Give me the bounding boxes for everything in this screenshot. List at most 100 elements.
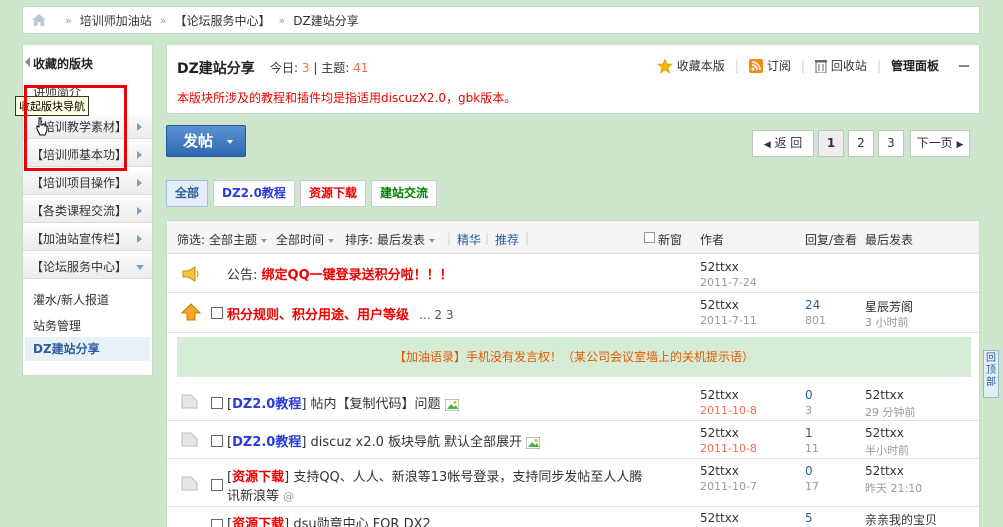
thread-title[interactable]: 帖内【复制代码】问题 [311, 397, 441, 412]
thread-checkbox[interactable] [211, 435, 223, 447]
thread-row[interactable]: [DZ2.0教程] discuz x2.0 板块导航 默认全部展开 52ttxx… [167, 421, 979, 459]
sort-dropdown[interactable]: 最后发表 [377, 231, 435, 248]
breadcrumb-item-forum[interactable]: DZ建站分享 [293, 12, 358, 29]
announcement-title[interactable]: 绑定QQ一键登录送积分啦！！！ [262, 268, 453, 283]
filter-divider: | [485, 231, 490, 245]
thread-checkbox[interactable] [211, 479, 223, 491]
last-post-time[interactable]: 3 小时前 [865, 314, 909, 330]
recycle-bin-label: 回收站 [830, 59, 867, 73]
thread-title-line2[interactable]: 讯新浪等 [227, 489, 279, 504]
last-poster[interactable]: 星辰芳阁 [865, 298, 913, 315]
page-1[interactable]: 1 [818, 130, 844, 157]
thread-row[interactable]: [资源下载] dsu勋章中心 FOR DX2 52ttxx 5 亲亲我的宝贝 [167, 507, 979, 527]
back-button[interactable]: ◀ 返 回 [752, 130, 814, 157]
last-post-time[interactable]: 半小时前 [865, 442, 909, 458]
tab-resource-download[interactable]: 资源下载 [299, 180, 366, 207]
thread-subject[interactable]: [DZ2.0教程] discuz x2.0 板块导航 默认全部展开 [227, 431, 541, 450]
last-post-time[interactable]: 昨天 21:10 [865, 480, 922, 496]
tab-all[interactable]: 全部 [166, 180, 209, 207]
sidebar-group-courses[interactable]: 【各类课程交流】 [23, 199, 152, 223]
thread-type-tag[interactable]: DZ2.0教程 [232, 397, 301, 412]
page-3[interactable]: 3 [878, 130, 904, 157]
chevron-right-icon: ▶ [956, 140, 964, 150]
thread-title[interactable]: discuz x2.0 板块导航 默认全部展开 [311, 435, 523, 450]
reply-count[interactable]: 0 [805, 388, 813, 402]
thread-type-tag[interactable]: 资源下载 [232, 470, 284, 485]
admin-panel-link[interactable]: 管理面板 [891, 57, 939, 74]
forum-notice: 本版块所涉及的教程和插件均是指适用discuzX2.0，gbk版本。 [177, 91, 517, 105]
chevron-right-icon [137, 179, 142, 187]
favorites-heading[interactable]: 收藏的版块 [23, 53, 152, 75]
tools-divider: | [800, 58, 805, 73]
breadcrumb-item-site[interactable]: 培训师加油站 [80, 12, 152, 29]
thread-subject[interactable]: [资源下载] dsu勋章中心 FOR DX2 [227, 513, 431, 527]
thread-title-continued[interactable]: 讯新浪等 @ [227, 485, 294, 504]
filter-recommend-link[interactable]: 推荐 [495, 231, 519, 248]
post-date: 2011-7-24 [700, 276, 757, 289]
today-count: 3 [301, 61, 310, 75]
filter-topics-dropdown[interactable]: 全部主题 [209, 231, 267, 248]
pin-up-icon [181, 303, 201, 321]
announcement-subject[interactable]: 公告: 绑定QQ一键登录送积分啦！！！ [227, 264, 453, 283]
sticky-page-links[interactable]: ... 2 3 [419, 308, 453, 322]
favorite-forum-button[interactable]: 收藏本版 [656, 57, 725, 74]
reply-count[interactable]: 0 [805, 464, 813, 478]
page-2[interactable]: 2 [848, 130, 874, 157]
sticky-subject[interactable]: 积分规则、积分用途、用户等级 ... 2 3 [227, 304, 454, 323]
author-name[interactable]: 52ttxx [700, 464, 739, 478]
filter-digest-link[interactable]: 精华 [457, 231, 481, 248]
new-window-checkbox[interactable] [644, 232, 655, 243]
recycle-bin-button[interactable]: 回收站 [814, 57, 867, 74]
sidebar-forum-admin[interactable]: 站务管理 [33, 317, 81, 334]
sidebar-group-projects[interactable]: 【培训项目操作】 [23, 171, 152, 195]
thread-title[interactable]: dsu勋章中心 FOR DX2 [293, 517, 430, 527]
thread-folder-icon [181, 432, 198, 447]
thread-type-tag[interactable]: DZ2.0教程 [232, 435, 301, 450]
last-post-time[interactable]: 29 分钟前 [865, 404, 916, 420]
forum-stats: 今日: 3 | 主题: 41 [270, 59, 368, 76]
thread-subject[interactable]: [资源下载] 支持QQ、人人、新浪等13帐号登录，支持同步发帖至人人腾 [227, 466, 642, 485]
thread-subject[interactable]: [DZ2.0教程] 帖内【复制代码】问题 [227, 393, 460, 412]
reply-count[interactable]: 24 [805, 298, 820, 312]
sidebar-forum-dz-share[interactable]: DZ建站分享 [25, 337, 150, 361]
back-to-top-button[interactable]: 回顶部 [983, 350, 999, 398]
tools-divider: | [876, 58, 881, 73]
thread-row[interactable]: [DZ2.0教程] 帖内【复制代码】问题 52ttxx 2011-10-8 0 … [167, 383, 979, 421]
new-post-button[interactable]: 发帖 [166, 125, 246, 157]
image-attachment-icon [444, 398, 460, 411]
thread-checkbox[interactable] [211, 519, 223, 527]
last-poster[interactable]: 亲亲我的宝贝 [865, 511, 937, 527]
last-poster[interactable]: 52ttxx [865, 464, 904, 478]
subscribe-button[interactable]: 订阅 [748, 57, 791, 74]
author-name[interactable]: 52ttxx [700, 298, 739, 312]
author-name[interactable]: 52ttxx [700, 388, 739, 402]
breadcrumb-item-group[interactable]: 【论坛服务中心】 [174, 12, 270, 29]
mouse-cursor-icon [36, 117, 48, 136]
filter-time-dropdown[interactable]: 全部时间 [276, 231, 334, 248]
thread-row[interactable]: [资源下载] 支持QQ、人人、新浪等13帐号登录，支持同步发帖至人人腾 讯新浪等… [167, 459, 979, 507]
sidebar-forum-newbie[interactable]: 灌水/新人报道 [33, 291, 109, 308]
last-poster[interactable]: 52ttxx [865, 388, 904, 402]
breadcrumb-separator: » [65, 13, 72, 27]
sticky-title[interactable]: 积分规则、积分用途、用户等级 [227, 308, 409, 323]
thread-type-tag[interactable]: 资源下载 [232, 517, 284, 527]
thread-title[interactable]: 支持QQ、人人、新浪等13帐号登录，支持同步发帖至人人腾 [293, 470, 642, 485]
tab-site-building[interactable]: 建站交流 [370, 180, 437, 207]
author-name[interactable]: 52ttxx [700, 260, 739, 274]
next-page-button[interactable]: 下一页 ▶ [910, 130, 970, 157]
author-name[interactable]: 52ttxx [700, 511, 739, 525]
reply-count[interactable]: 5 [805, 511, 813, 525]
thread-checkbox[interactable] [211, 397, 223, 409]
thread-checkbox[interactable] [211, 307, 223, 319]
sidebar-group-promo[interactable]: 【加油站宣传栏】 [23, 227, 152, 251]
sticky-thread-row[interactable]: 积分规则、积分用途、用户等级 ... 2 3 52ttxx 2011-7-11 … [167, 293, 979, 333]
tab-dz-tutorial[interactable]: DZ2.0教程 [213, 180, 295, 207]
filter-divider: | [525, 231, 530, 245]
home-icon[interactable] [31, 13, 47, 27]
reply-count[interactable]: 1 [805, 426, 813, 440]
collapse-header-icon[interactable] [959, 64, 969, 67]
sidebar-group-service[interactable]: 【论坛服务中心】 [23, 255, 152, 279]
announcement-row[interactable]: 公告: 绑定QQ一键登录送积分啦！！！ 52ttxx 2011-7-24 [167, 255, 979, 293]
last-poster[interactable]: 52ttxx [865, 426, 904, 440]
author-name[interactable]: 52ttxx [700, 426, 739, 440]
